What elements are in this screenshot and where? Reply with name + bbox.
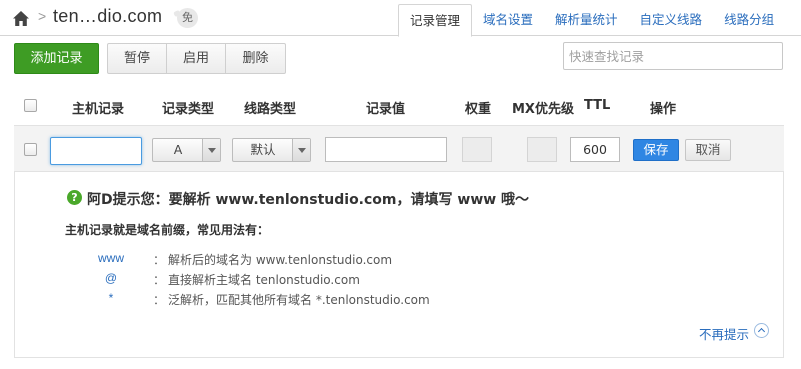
row-checkbox[interactable] xyxy=(24,143,37,156)
tab-line-groups[interactable]: 线路分组 xyxy=(713,4,785,36)
record-value-input[interactable] xyxy=(325,137,447,162)
tab-domain-settings[interactable]: 域名设置 xyxy=(472,4,544,36)
line-type-select[interactable]: 默认 xyxy=(232,138,311,162)
column-value: 记录值 xyxy=(366,102,406,117)
select-all-checkbox[interactable] xyxy=(24,99,37,112)
usage-description: 解析后的域名为 www.tenlonstudio.com xyxy=(168,253,393,267)
header-bar: > ten…dio.com 免 记录管理 域名设置 解析量统计 自定义线路 线路… xyxy=(0,0,801,37)
chevron-up-icon[interactable] xyxy=(754,323,769,338)
tip-title: 阿D提示您：要解析 www.tenlonstudio.com，请填写 www 哦… xyxy=(87,192,530,208)
cancel-button[interactable]: 取消 xyxy=(685,139,731,161)
add-record-button[interactable]: 添加记录 xyxy=(14,43,99,74)
usage-colon: ： xyxy=(153,293,166,307)
tab-bar: 记录管理 域名设置 解析量统计 自定义线路 线路分组 xyxy=(398,4,785,37)
usage-colon: ： xyxy=(153,273,166,287)
chevron-down-icon xyxy=(202,139,220,161)
usage-key: * xyxy=(108,291,114,305)
tab-query-stats[interactable]: 解析量统计 xyxy=(544,4,629,36)
dont-show-again-link[interactable]: 不再提示 xyxy=(699,324,749,343)
question-icon: ? xyxy=(67,190,82,205)
usage-colon: ： xyxy=(153,253,166,267)
domain-title: ten…dio.com xyxy=(53,6,163,26)
weight-input-disabled xyxy=(462,137,492,162)
tab-custom-lines[interactable]: 自定义线路 xyxy=(629,4,714,36)
delete-button[interactable]: 删除 xyxy=(226,44,285,73)
column-weight: 权重 xyxy=(465,102,492,117)
tip-subtitle: 主机记录就是域名前缀，常见用法有： xyxy=(65,223,270,237)
dns-record-page: > ten…dio.com 免 记录管理 域名设置 解析量统计 自定义线路 线路… xyxy=(0,0,801,369)
record-type-value: A xyxy=(173,142,183,157)
chevron-down-icon xyxy=(292,139,310,161)
tab-record-management[interactable]: 记录管理 xyxy=(398,4,473,37)
column-ttl: TTL xyxy=(584,98,611,113)
usage-description: 泛解析，匹配其他所有域名 *.tenlonstudio.com xyxy=(168,293,430,307)
column-host: 主机记录 xyxy=(72,102,125,117)
pause-button[interactable]: 暂停 xyxy=(108,44,167,73)
column-type: 记录类型 xyxy=(162,102,215,117)
usage-description: 直接解析主域名 tenlonstudio.com xyxy=(168,273,360,287)
column-mx: MX优先级 xyxy=(512,102,574,117)
breadcrumb-separator: > xyxy=(38,8,47,24)
column-line: 线路类型 xyxy=(244,102,297,117)
home-icon[interactable] xyxy=(12,10,30,27)
record-type-select[interactable]: A xyxy=(152,138,221,162)
quick-search-input[interactable] xyxy=(563,42,783,70)
usage-key: www xyxy=(98,251,124,265)
usage-key: @ xyxy=(104,271,118,285)
record-action-group: 暂停 启用 删除 xyxy=(107,43,286,74)
column-action: 操作 xyxy=(650,102,677,117)
host-record-input[interactable] xyxy=(50,137,142,165)
line-type-value: 默认 xyxy=(250,142,276,157)
mx-input-disabled xyxy=(527,137,557,162)
ttl-input[interactable] xyxy=(570,137,620,162)
save-button[interactable]: 保存 xyxy=(633,139,679,161)
free-badge: 免 xyxy=(177,8,198,28)
enable-button[interactable]: 启用 xyxy=(167,44,226,73)
